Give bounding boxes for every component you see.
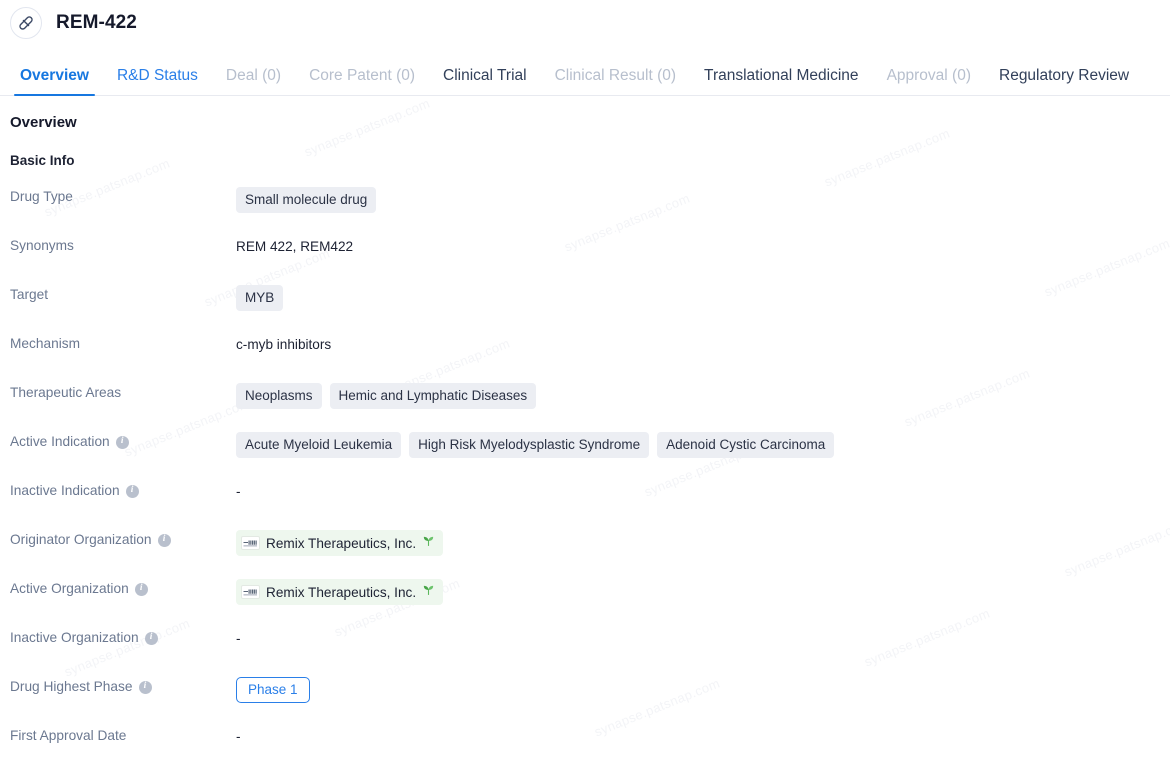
tab-approval-0[interactable]: Approval (0) [873, 67, 985, 96]
field-row-active-organization: Active Organization i Remix Therapeutics, … [0, 578, 1170, 627]
tab-bar: Overview R&D Status Deal (0) Core Patent (0… [0, 46, 1170, 96]
field-label-active-indication: Active Indication i [10, 431, 236, 450]
tab-clinical-result-0[interactable]: Clinical Result (0) [541, 67, 690, 96]
field-empty-value: - [236, 484, 241, 499]
tab-clinical-trial[interactable]: Clinical Trial [429, 67, 541, 96]
field-label-text: Active Indication [10, 434, 110, 449]
field-row-mechanism: Mechanism c-myb inhibitors [0, 333, 1170, 382]
field-label-text: Mechanism [10, 336, 80, 351]
chip-adenoid-cystic-carcinoma[interactable]: Adenoid Cystic Carcinoma [657, 432, 835, 458]
page-section-title: Overview [10, 114, 77, 131]
sprout-icon [422, 583, 435, 601]
field-label-text: Inactive Indication [10, 483, 120, 498]
phase-badge[interactable]: Phase 1 [236, 677, 310, 703]
info-icon[interactable]: i [134, 582, 148, 596]
info-icon[interactable]: i [157, 533, 171, 547]
field-row-synonyms: Synonyms REM 422, REM422 [0, 235, 1170, 284]
field-label-active-organization: Active Organization i [10, 578, 236, 597]
tab-overview[interactable]: Overview [6, 67, 103, 96]
field-value-originator-organization: Remix Therapeutics, Inc. [236, 529, 1170, 556]
chip-high-risk-myelodysplastic-syndrome[interactable]: High Risk Myelodysplastic Syndrome [409, 432, 650, 458]
info-icon[interactable]: i [138, 680, 152, 694]
field-value-therapeutic-areas: Neoplasms Hemic and Lymphatic Diseases [236, 382, 1170, 409]
field-value-active-organization: Remix Therapeutics, Inc. [236, 578, 1170, 605]
field-label-text: Originator Organization [10, 532, 152, 547]
sprout-icon [422, 534, 435, 552]
basic-info-fields: Drug Type Small molecule drug Synonyms REM … [0, 186, 1170, 761]
field-label-inactive-indication: Inactive Indication i [10, 480, 236, 499]
field-row-inactive-indication: Inactive Indication i - [0, 480, 1170, 529]
field-label-text: Drug Highest Phase [10, 679, 133, 694]
field-label-text: First Approval Date [10, 728, 127, 743]
field-label-text: Therapeutic Areas [10, 385, 122, 400]
field-label-mechanism: Mechanism [10, 333, 236, 352]
chip-neoplasms[interactable]: Neoplasms [236, 383, 322, 409]
organization-logo [241, 536, 260, 550]
drug-detail-page: synapse.patsnap.com synapse.patsnap.com sy… [0, 0, 1170, 761]
chip-small-molecule-drug[interactable]: Small molecule drug [236, 187, 377, 213]
page-header: REM-422 [0, 0, 1170, 46]
field-value-target: MYB [236, 284, 1170, 311]
field-label-drug-type: Drug Type [10, 186, 236, 205]
organization-chip[interactable]: Remix Therapeutics, Inc. [236, 530, 444, 556]
field-row-originator-organization: Originator Organization i Remix Therapeuti… [0, 529, 1170, 578]
overview-content: Overview Basic Info Drug Type Small molec… [0, 96, 1170, 761]
chip-acute-myeloid-leukemia[interactable]: Acute Myeloid Leukemia [236, 432, 402, 458]
drug-avatar [10, 7, 42, 39]
field-value-drug-type: Small molecule drug [236, 186, 1170, 213]
tab-core-patent-0[interactable]: Core Patent (0) [295, 67, 429, 96]
field-value-first-approval-date: - [236, 725, 1170, 747]
tab-deal-0[interactable]: Deal (0) [212, 67, 295, 96]
info-icon[interactable]: i [144, 631, 158, 645]
info-icon[interactable]: i [115, 435, 129, 449]
tab-regulatory-review[interactable]: Regulatory Review [985, 67, 1143, 96]
page-title: REM-422 [56, 12, 137, 33]
field-empty-value: - [236, 729, 241, 744]
organization-name: Remix Therapeutics, Inc. [266, 584, 417, 600]
field-row-therapeutic-areas: Therapeutic Areas Neoplasms Hemic and Lymp… [0, 382, 1170, 431]
field-label-text: Synonyms [10, 238, 74, 253]
field-row-first-approval-date: First Approval Date - [0, 725, 1170, 761]
field-empty-value: - [236, 631, 241, 646]
field-value-mechanism: c-myb inhibitors [236, 333, 1170, 355]
field-label-first-approval-date: First Approval Date [10, 725, 236, 744]
field-label-synonyms: Synonyms [10, 235, 236, 254]
field-row-target: Target MYB [0, 284, 1170, 333]
field-label-target: Target [10, 284, 236, 303]
organization-chip[interactable]: Remix Therapeutics, Inc. [236, 579, 444, 605]
field-label-therapeutic-areas: Therapeutic Areas [10, 382, 236, 401]
field-value-active-indication: Acute Myeloid Leukemia High Risk Myelodys… [236, 431, 1170, 458]
field-row-inactive-organization: Inactive Organization i - [0, 627, 1170, 676]
organization-logo [241, 585, 260, 599]
field-label-text: Target [10, 287, 49, 302]
field-row-drug-type: Drug Type Small molecule drug [0, 186, 1170, 235]
field-row-active-indication: Active Indication i Acute Myeloid Leukemia… [0, 431, 1170, 480]
field-value-inactive-indication: - [236, 480, 1170, 502]
field-text-value: REM 422, REM422 [236, 238, 354, 254]
organization-name: Remix Therapeutics, Inc. [266, 535, 417, 551]
field-label-inactive-organization: Inactive Organization i [10, 627, 236, 646]
basic-info-title: Basic Info [10, 153, 75, 168]
field-value-synonyms: REM 422, REM422 [236, 235, 1170, 257]
tab-translational-medicine[interactable]: Translational Medicine [690, 67, 873, 96]
field-label-drug-highest-phase: Drug Highest Phase i [10, 676, 236, 695]
field-label-text: Drug Type [10, 189, 73, 204]
chip-hemic-and-lymphatic-diseases[interactable]: Hemic and Lymphatic Diseases [329, 383, 537, 409]
field-text-value: c-myb inhibitors [236, 336, 332, 352]
field-value-inactive-organization: - [236, 627, 1170, 649]
field-row-drug-highest-phase: Drug Highest Phase i Phase 1 [0, 676, 1170, 725]
field-label-originator-organization: Originator Organization i [10, 529, 236, 548]
chip-myb[interactable]: MYB [236, 285, 284, 311]
field-label-text: Active Organization [10, 581, 129, 596]
tab-r-d-status[interactable]: R&D Status [103, 67, 212, 96]
pill-capsule-icon [17, 14, 35, 32]
field-value-drug-highest-phase: Phase 1 [236, 676, 1170, 703]
info-icon[interactable]: i [125, 484, 139, 498]
field-label-text: Inactive Organization [10, 630, 139, 645]
